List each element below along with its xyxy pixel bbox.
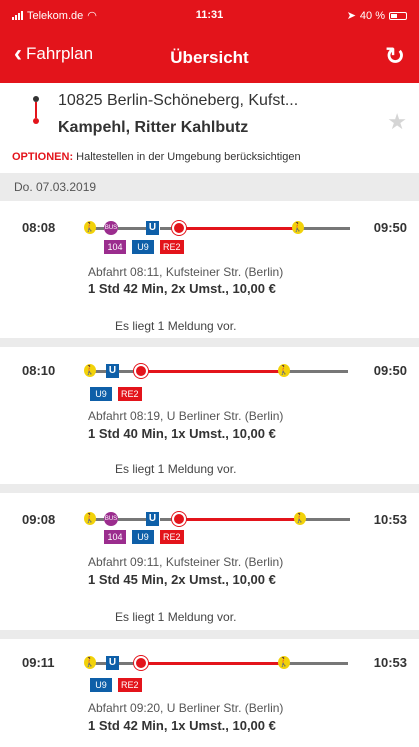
- route-from: 10825 Berlin-Schöneberg, Kufst...: [58, 92, 299, 109]
- bus-icon: BUS: [104, 512, 118, 526]
- line-badges: U9 RE2: [90, 387, 142, 401]
- options-text[interactable]: OPTIONEN: Haltestellen in der Umgebung b…: [12, 151, 301, 163]
- refresh-icon[interactable]: ↻: [385, 42, 405, 71]
- notice[interactable]: ! Es liegt 1 Meldung vor.: [88, 462, 236, 476]
- notice[interactable]: ! Es liegt 1 Meldung vor.: [88, 610, 236, 624]
- connection-item[interactable]: 09:08 🚶 BUS U 🚶 10:53 104 U9 RE2 Abfahrt…: [0, 493, 419, 630]
- arrival-time: 09:50: [373, 220, 407, 235]
- arrival-time: 10:53: [373, 512, 407, 527]
- connection-item[interactable]: 08:10 🚶 U 🚶 09:50 U9 RE2 Abfahrt 08:19, …: [0, 347, 419, 484]
- line-badge: 104: [104, 240, 126, 254]
- departure-time: 09:11: [22, 655, 55, 670]
- journey-timeline: 🚶 U 🚶: [84, 364, 350, 378]
- departure-info: Abfahrt 08:11, Kufsteiner Str. (Berlin): [88, 265, 284, 279]
- connection-item[interactable]: 09:11 🚶 U 🚶 10:53 U9 RE2 Abfahrt 09:20, …: [0, 639, 419, 747]
- u-bahn-icon: U: [146, 221, 159, 235]
- warning-icon: !: [94, 322, 97, 332]
- status-right: ➤ 40 %: [347, 9, 407, 22]
- line-badge: RE2: [118, 678, 142, 692]
- line-badge: RE2: [118, 387, 142, 401]
- page-title: Übersicht: [170, 48, 249, 67]
- departure-time: 08:10: [22, 363, 56, 378]
- db-train-icon: [134, 656, 148, 670]
- battery-label: 40 %: [359, 9, 385, 22]
- walk-icon: 🚶: [278, 656, 290, 669]
- divider: [0, 630, 419, 639]
- line-badge: 104: [104, 530, 126, 544]
- u-bahn-icon: U: [106, 364, 119, 378]
- line-badges: 104 U9 RE2: [104, 530, 184, 544]
- location-icon: ➤: [346, 10, 356, 22]
- warning-icon: !: [94, 465, 97, 475]
- line-badge: RE2: [160, 530, 184, 544]
- arrival-time: 09:50: [373, 363, 407, 378]
- line-badges: U9 RE2: [90, 678, 142, 692]
- star-icon[interactable]: ★: [387, 109, 407, 135]
- line-badge: U9: [90, 387, 112, 401]
- departure-time: 09:08: [22, 512, 56, 527]
- line-badge: RE2: [160, 240, 184, 254]
- route-header[interactable]: 10825 Berlin-Schöneberg, Kufst... Kampeh…: [0, 83, 419, 173]
- u-bahn-icon: U: [146, 512, 159, 526]
- u-bahn-icon: U: [106, 656, 119, 670]
- route-icon: [32, 96, 40, 126]
- notice-text: Es liegt 1 Meldung vor.: [115, 610, 237, 624]
- walk-icon: 🚶: [84, 221, 96, 234]
- trip-summary: 1 Std 40 Min, 1x Umst., 10,00 €: [88, 426, 276, 441]
- walk-icon: 🚶: [84, 512, 96, 525]
- warning-icon: !: [94, 613, 97, 623]
- walk-icon: 🚶: [84, 364, 96, 377]
- status-bar: Telekom.de ◠ 11:31 ➤ 40 %: [0, 0, 419, 28]
- departure-info: Abfahrt 08:19, U Berliner Str. (Berlin): [88, 409, 284, 423]
- db-train-icon: [172, 221, 186, 235]
- walk-icon: 🚶: [294, 512, 306, 525]
- notice-text: Es liegt 1 Meldung vor.: [115, 462, 237, 476]
- navigation-bar: ‹ Fahrplan Übersicht ↻: [0, 38, 419, 78]
- options-value: Haltestellen in der Umgebung berücksicht…: [73, 151, 301, 163]
- departure-time: 08:08: [22, 220, 56, 235]
- battery-icon: [389, 11, 407, 20]
- line-badge: U9: [132, 240, 154, 254]
- journey-timeline: 🚶 BUS U 🚶: [84, 512, 350, 526]
- trip-summary: 1 Std 42 Min, 1x Umst., 10,00 €: [88, 718, 276, 733]
- header-bar: Telekom.de ◠ 11:31 ➤ 40 % ‹ Fahrplan Übe…: [0, 0, 419, 83]
- line-badge: U9: [132, 530, 154, 544]
- date-bar: Do. 07.03.2019: [0, 173, 419, 201]
- walk-icon: 🚶: [292, 221, 304, 234]
- departure-info: Abfahrt 09:20, U Berliner Str. (Berlin): [88, 701, 284, 715]
- trip-summary: 1 Std 42 Min, 2x Umst., 10,00 €: [88, 281, 276, 296]
- db-train-icon: [134, 364, 148, 378]
- journey-timeline: 🚶 BUS U 🚶: [84, 221, 350, 235]
- trip-summary: 1 Std 45 Min, 2x Umst., 10,00 €: [88, 572, 276, 587]
- departure-info: Abfahrt 09:11, Kufsteiner Str. (Berlin): [88, 555, 284, 569]
- arrival-time: 10:53: [373, 655, 407, 670]
- line-badges: 104 U9 RE2: [104, 240, 184, 254]
- notice[interactable]: ! Es liegt 1 Meldung vor.: [88, 319, 236, 333]
- divider: [0, 338, 419, 347]
- bus-icon: BUS: [104, 221, 118, 235]
- journey-timeline: 🚶 U 🚶: [84, 656, 350, 670]
- divider: [0, 484, 419, 493]
- route-to: Kampehl, Ritter Kahlbutz: [58, 119, 249, 136]
- line-badge: U9: [90, 678, 112, 692]
- walk-icon: 🚶: [278, 364, 290, 377]
- db-train-icon: [172, 512, 186, 526]
- walk-icon: 🚶: [84, 656, 96, 669]
- notice-text: Es liegt 1 Meldung vor.: [115, 319, 237, 333]
- connection-item[interactable]: 08:08 🚶 BUS U 🚶 09:50 104 U9 RE2 Abfahrt…: [0, 201, 419, 338]
- options-key: OPTIONEN:: [12, 151, 74, 163]
